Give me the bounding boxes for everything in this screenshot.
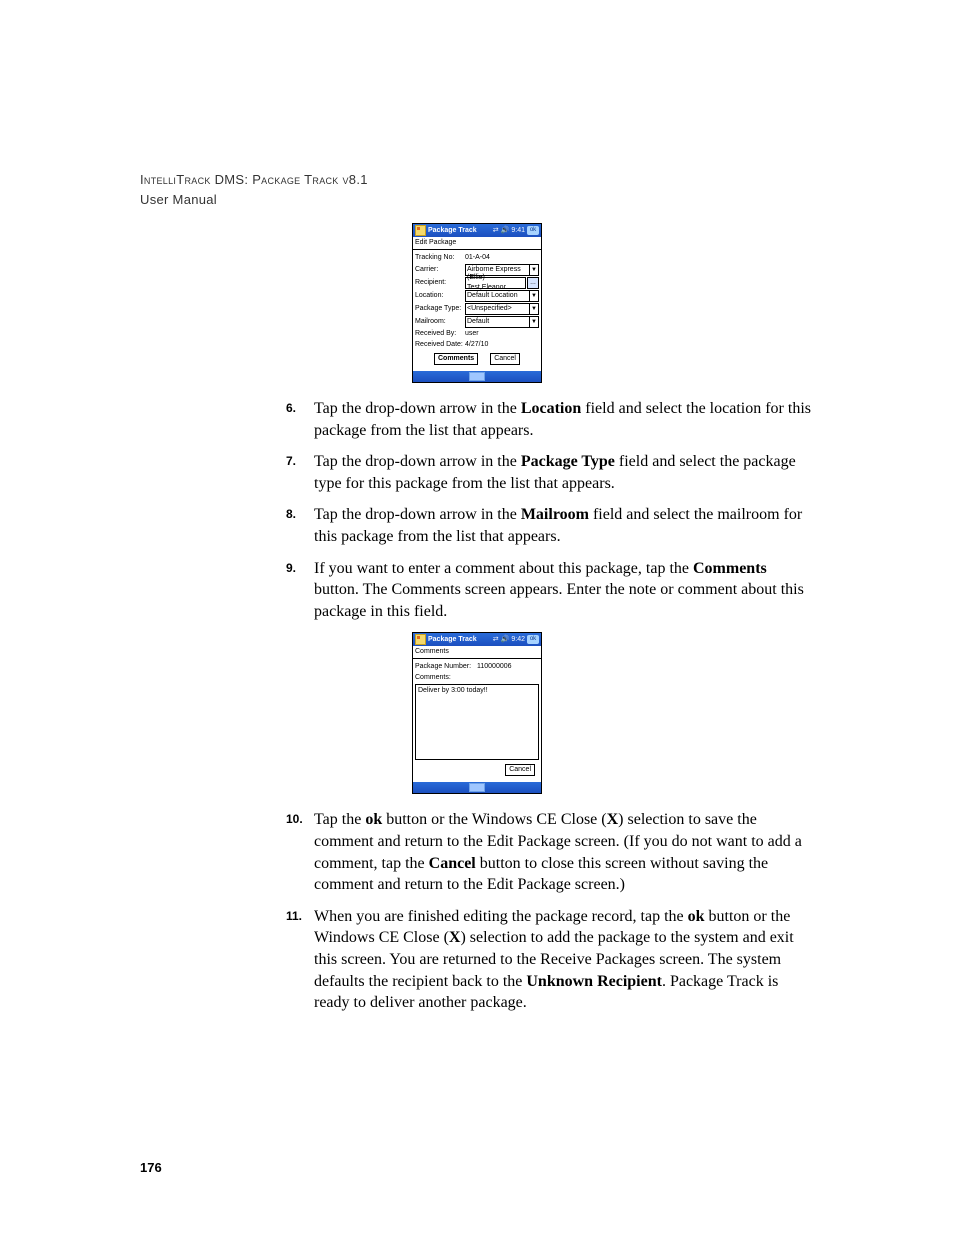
taskbar [413,782,541,793]
chevron-down-icon: ▼ [529,291,538,301]
manual-page: IntelliTrack DMS: Package Track v8.1 Use… [0,0,954,1235]
recipient-field[interactable]: (Ellie) Test,Eleanor [465,277,526,289]
step-number: 8. [286,506,296,522]
screenshot-edit-package-container: Package Track ⇄ 🔊 9:41 ok Edit Package T… [140,223,814,386]
instruction-list-continued: 10. Tap the ok button or the Windows CE … [286,809,814,1013]
package-type-value: <Unspecified> [467,304,512,314]
mailroom-value: Default [467,317,489,327]
step-10: 10. Tap the ok button or the Windows CE … [286,809,814,895]
mailroom-dropdown[interactable]: Default ▼ [465,316,539,328]
carrier-label: Carrier: [415,265,465,275]
keyboard-icon[interactable] [469,783,485,792]
taskbar [413,371,541,382]
step-number: 10. [286,811,303,827]
comments-label: Comments: [415,673,539,683]
package-type-label: Package Type: [415,304,465,314]
location-value: Default Location [467,291,518,301]
step-number: 11. [286,908,302,924]
step-9: 9. If you want to enter a comment about … [286,558,814,623]
package-number-value: 110000006 [477,662,539,672]
app-icon [415,634,426,645]
clock-text: 9:41 [511,226,525,236]
connectivity-icon: ⇄ [493,226,499,236]
screen-title: Comments [413,646,541,659]
chevron-down-icon: ▼ [529,304,538,314]
step-number: 7. [286,453,296,469]
tracking-no-label: Tracking No: [415,253,465,263]
received-by-label: Received By: [415,329,465,339]
location-label: Location: [415,291,465,301]
received-date-value: 4/27/10 [465,340,539,350]
form-body: Package Number: 110000006 Comments: Deli… [413,659,541,782]
step-7: 7. Tap the drop-down arrow in the Packag… [286,451,814,494]
package-number-label: Package Number: [415,662,477,672]
titlebar: Package Track ⇄ 🔊 9:41 ok [413,224,541,237]
header-subtitle: User Manual [140,190,814,210]
screen-title: Edit Package [413,237,541,250]
comments-textarea[interactable]: Deliver by 3:00 today!! [415,684,539,760]
received-by-value: user [465,329,539,339]
comments-value: Deliver by 3:00 today!! [418,687,488,694]
device-edit-package: Package Track ⇄ 🔊 9:41 ok Edit Package T… [412,223,542,383]
package-type-dropdown[interactable]: <Unspecified> ▼ [465,303,539,315]
instruction-list: 6. Tap the drop-down arrow in the Locati… [286,398,814,622]
device-comments: Package Track ⇄ 🔊 9:42 ok Comments Packa… [412,632,542,794]
cancel-button[interactable]: Cancel [505,764,535,776]
connectivity-icon: ⇄ [493,635,499,645]
location-dropdown[interactable]: Default Location ▼ [465,290,539,302]
clock-text: 9:42 [511,635,525,645]
chevron-down-icon: ▼ [529,317,538,327]
ok-button[interactable]: ok [527,226,539,235]
app-title: Package Track [428,635,477,645]
step-number: 9. [286,560,296,576]
mailroom-label: Mailroom: [415,317,465,327]
chevron-down-icon: ▼ [529,265,538,275]
cancel-button[interactable]: Cancel [490,353,520,365]
step-number: 6. [286,400,296,416]
volume-icon: 🔊 [501,226,510,236]
page-header: IntelliTrack DMS: Package Track v8.1 Use… [140,170,814,209]
keyboard-icon[interactable] [469,372,485,381]
app-icon [415,225,426,236]
step-11: 11. When you are finished editing the pa… [286,906,814,1014]
step-8: 8. Tap the drop-down arrow in the Mailro… [286,504,814,547]
volume-icon: 🔊 [501,635,510,645]
page-number: 176 [140,1160,162,1175]
screenshot-comments-container: Package Track ⇄ 🔊 9:42 ok Comments Packa… [140,632,814,797]
ok-button[interactable]: ok [527,635,539,644]
titlebar-icons: ⇄ 🔊 9:41 ok [493,226,539,236]
recipient-label: Recipient: [415,278,465,288]
recipient-browse-button[interactable]: … [527,277,539,289]
titlebar-icons: ⇄ 🔊 9:42 ok [493,635,539,645]
form-body: Tracking No: 01-A-04 Carrier: Airborne E… [413,250,541,371]
tracking-no-value: 01-A-04 [465,253,539,263]
comments-button[interactable]: Comments [434,353,478,365]
header-title: IntelliTrack DMS: Package Track v8.1 [140,170,814,190]
received-date-label: Received Date: [415,340,465,350]
titlebar: Package Track ⇄ 🔊 9:42 ok [413,633,541,646]
step-6: 6. Tap the drop-down arrow in the Locati… [286,398,814,441]
app-title: Package Track [428,226,477,236]
